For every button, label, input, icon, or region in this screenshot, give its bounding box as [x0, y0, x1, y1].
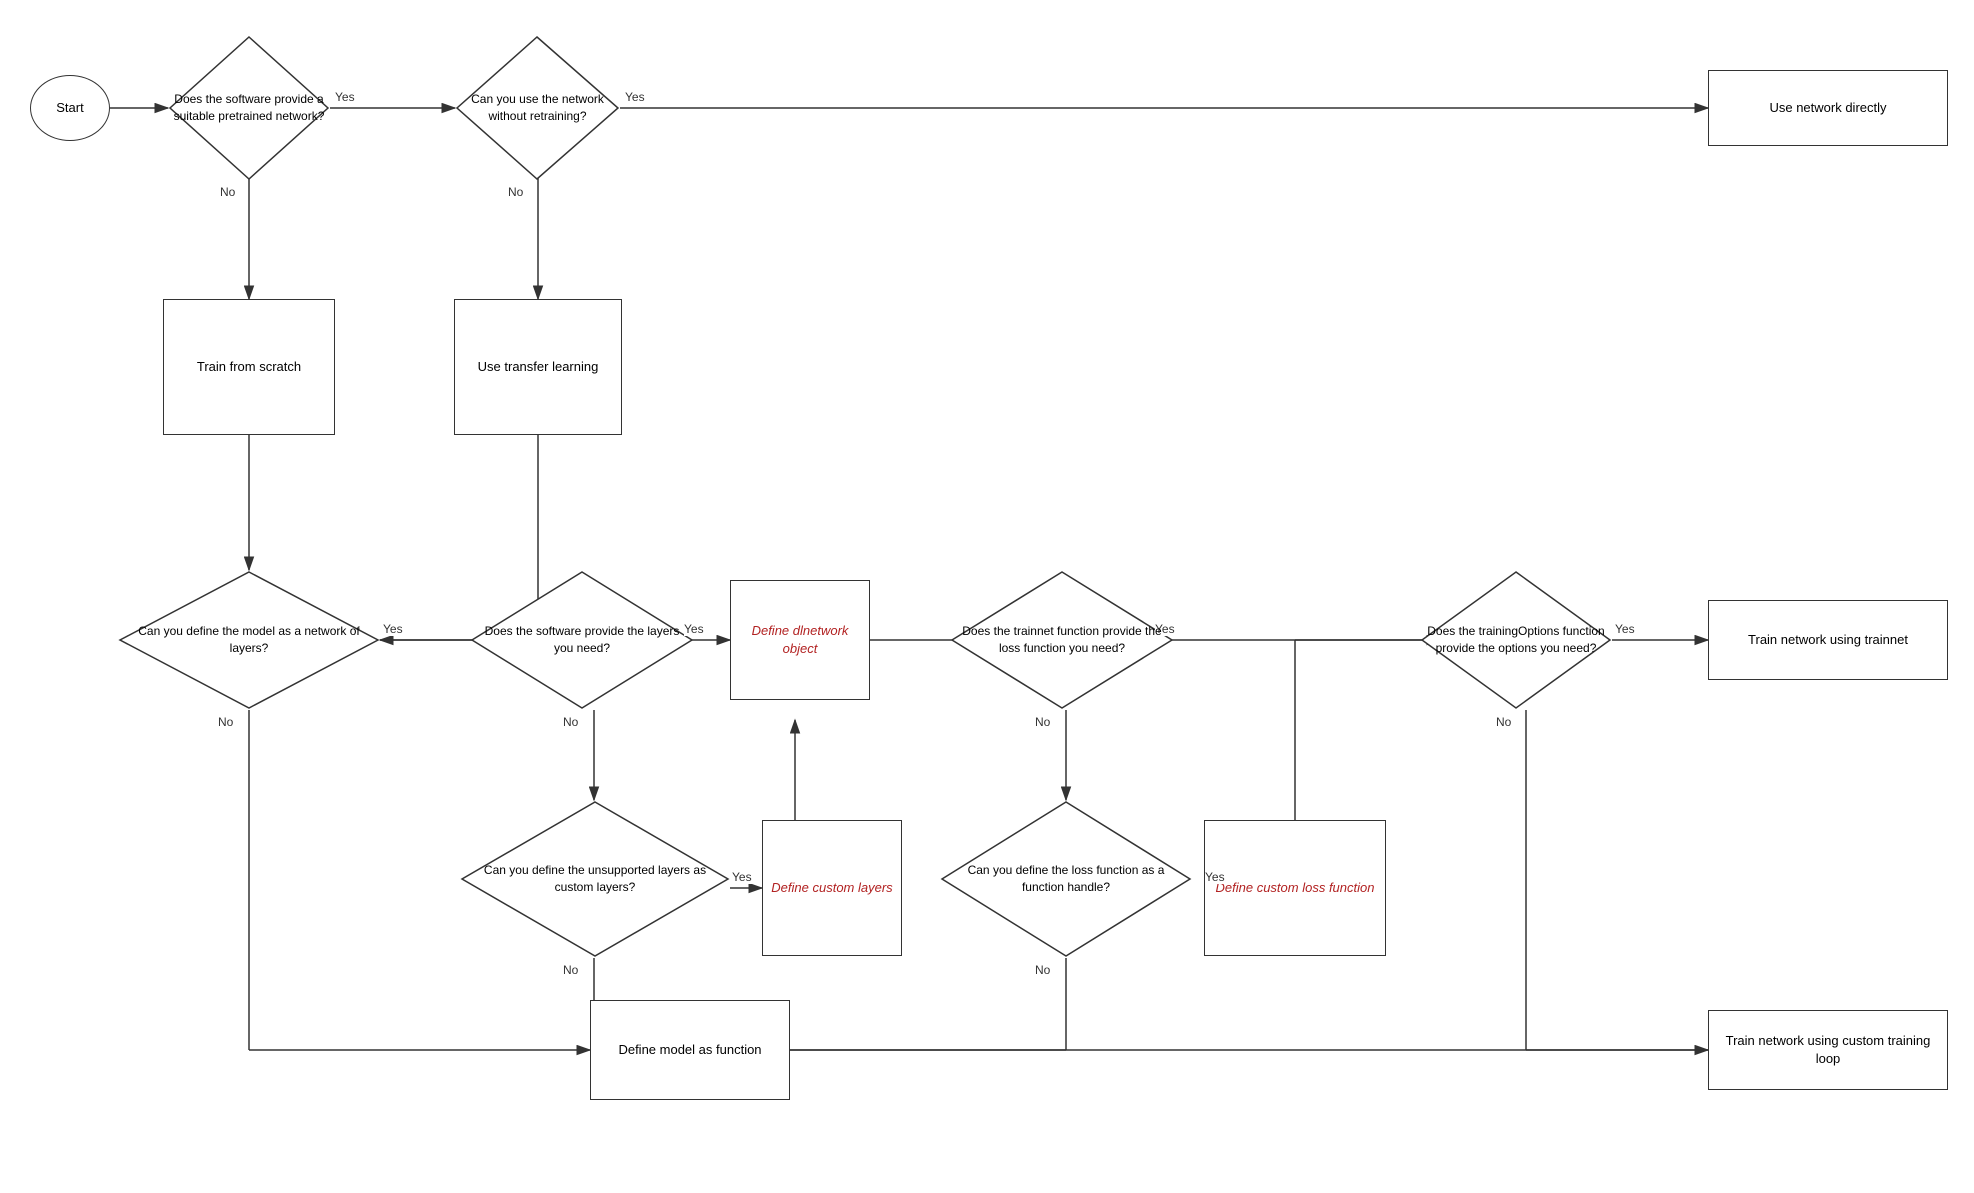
- d1-yes-label: Yes: [335, 90, 355, 104]
- train-custom-loop-label: Train network using custom training loop: [1717, 1032, 1939, 1068]
- use-network-label: Use network directly: [1769, 99, 1886, 117]
- d6-no-label: No: [1035, 715, 1050, 729]
- start-node: Start: [30, 75, 110, 141]
- d3-label: Can you define the model as a network of…: [123, 623, 375, 657]
- d7-yes-label: Yes: [1205, 870, 1225, 884]
- diamond-d8: Does the trainingOptions function provid…: [1420, 570, 1612, 710]
- start-label: Start: [56, 99, 83, 117]
- d3-yes-label: Yes: [383, 622, 403, 636]
- d5-no-label: No: [563, 963, 578, 977]
- train-scratch-label: Train from scratch: [197, 358, 301, 376]
- define-dlnetwork-label: Define dlnetwork object: [739, 622, 861, 658]
- diamond-d4: Does the software provide the layers you…: [470, 570, 694, 710]
- d1-label: Does the software provide a suitable pre…: [173, 91, 325, 125]
- define-model-function-label: Define model as function: [618, 1041, 761, 1059]
- d7-label: Can you define the loss function as a fu…: [945, 862, 1187, 896]
- define-custom-loss-node: Define custom loss function: [1204, 820, 1386, 956]
- d1-no-label: No: [220, 185, 235, 199]
- transfer-learning-node: Use transfer learning: [454, 299, 622, 435]
- train-trainnet-node: Train network using trainnet: [1708, 600, 1948, 680]
- d4-label: Does the software provide the layers you…: [475, 623, 689, 657]
- define-model-function-node: Define model as function: [590, 1000, 790, 1100]
- train-scratch-node: Train from scratch: [163, 299, 335, 435]
- d5-label: Can you define the unsupported layers as…: [465, 862, 725, 896]
- d8-label: Does the trainingOptions function provid…: [1425, 623, 1607, 657]
- d2-yes-label: Yes: [625, 90, 645, 104]
- d3-no-label: No: [218, 715, 233, 729]
- flowchart: Start Does the software provide a suitab…: [0, 0, 1974, 1193]
- d8-yes-label: Yes: [1615, 622, 1635, 636]
- d4-no-label: No: [563, 715, 578, 729]
- d5-yes-label: Yes: [732, 870, 752, 884]
- define-custom-loss-label: Define custom loss function: [1216, 879, 1375, 897]
- diamond-d3: Can you define the model as a network of…: [118, 570, 380, 710]
- d7-no-label: No: [1035, 963, 1050, 977]
- diamond-d6: Does the trainnet function provide the l…: [950, 570, 1174, 710]
- train-custom-loop-node: Train network using custom training loop: [1708, 1010, 1948, 1090]
- diamond-d1: Does the software provide a suitable pre…: [168, 35, 330, 181]
- diamond-d7: Can you define the loss function as a fu…: [940, 800, 1192, 958]
- train-trainnet-label: Train network using trainnet: [1748, 631, 1908, 649]
- define-custom-layers-label: Define custom layers: [771, 879, 892, 897]
- d2-label: Can you use the network without retraini…: [460, 91, 615, 125]
- use-network-node: Use network directly: [1708, 70, 1948, 146]
- define-dlnetwork-node: Define dlnetwork object: [730, 580, 870, 700]
- diamond-d5: Can you define the unsupported layers as…: [460, 800, 730, 958]
- diamond-d2: Can you use the network without retraini…: [455, 35, 620, 181]
- transfer-learning-label: Use transfer learning: [478, 358, 599, 376]
- d2-no-label: No: [508, 185, 523, 199]
- d8-no-label: No: [1496, 715, 1511, 729]
- d6-label: Does the trainnet function provide the l…: [955, 623, 1169, 657]
- define-custom-layers-node: Define custom layers: [762, 820, 902, 956]
